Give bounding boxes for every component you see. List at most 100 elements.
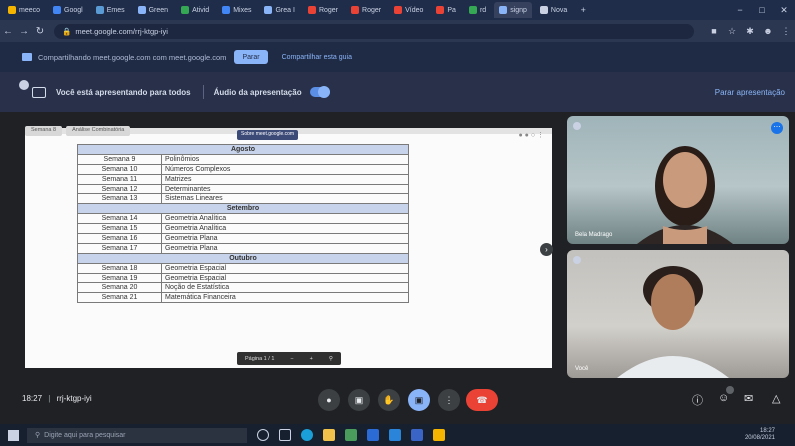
share-this-tab-button[interactable]: Compartilhar esta guia xyxy=(274,50,360,64)
maximize-icon[interactable]: □ xyxy=(751,5,773,15)
minimize-icon[interactable]: − xyxy=(729,5,751,15)
tab-favicon-icon xyxy=(95,6,104,14)
microphone-button[interactable]: ● xyxy=(318,389,340,411)
browser-tab[interactable]: meeco xyxy=(3,2,45,18)
tab-favicon-icon xyxy=(394,6,403,14)
table-row: Semana 10 Números Complexos xyxy=(77,163,409,175)
cortana-icon[interactable] xyxy=(257,429,269,441)
schedule-table: Agosto Semana 9 Polinômios Semana 10 Números… xyxy=(77,144,409,304)
clock-date: 20/08/2021 xyxy=(744,435,775,441)
taskbar-search[interactable]: ⚲ Digite aqui para pesquisar xyxy=(27,427,247,443)
new-tab-button[interactable]: + xyxy=(572,5,594,15)
zoom-in-icon[interactable]: + xyxy=(310,356,313,362)
browser-tab[interactable]: Vídeo xyxy=(389,2,428,18)
profile-icon[interactable]: ☻ xyxy=(759,26,777,36)
speaking-indicator-icon: ⋯ xyxy=(771,122,783,134)
presenter-dot xyxy=(19,80,29,90)
lock-icon: 🔒 xyxy=(62,26,72,36)
word-icon[interactable] xyxy=(411,429,423,441)
camera-button[interactable]: ▣ xyxy=(348,389,370,411)
chat-icon[interactable]: ✉ xyxy=(744,392,753,405)
tab-favicon-icon xyxy=(539,6,548,14)
document-tab[interactable]: Semana 8 xyxy=(25,126,63,136)
browser-tab[interactable]: Roger xyxy=(303,2,343,18)
forward-icon[interactable]: → xyxy=(16,26,32,37)
page-controls[interactable]: Página 1 / 1 − + ⚲ xyxy=(237,352,341,365)
browser-tab[interactable]: rd xyxy=(464,2,491,18)
reload-icon[interactable]: ↻ xyxy=(32,26,48,37)
meeting-info-icon[interactable]: ⓘ xyxy=(692,392,703,408)
document-tab[interactable]: Análise Combinatória xyxy=(66,126,131,136)
browser-tab[interactable]: Ativid xyxy=(176,2,214,18)
participant-tile[interactable]: ⋯ Bela Madrago xyxy=(567,116,789,244)
topic-cell: Matemática Financeira xyxy=(161,292,409,304)
activities-icon[interactable]: △ xyxy=(772,392,780,405)
table-row: Semana 17 Geometria Plana xyxy=(77,242,409,254)
meet-control-bar: 18:27 | rrj-ktgp-iyi ● ▣ ✋ ▣ ⋮ ☎ ⓘ ☺ ✉ △ xyxy=(0,380,795,424)
browser-menu-icon[interactable]: ⋮ xyxy=(777,26,795,37)
zoom-out-icon[interactable]: − xyxy=(290,356,293,362)
topic-cell: Geometria Plana xyxy=(161,242,409,254)
week-cell: Semana 15 xyxy=(77,223,162,235)
share-screen-icon xyxy=(22,53,32,61)
task-view-icon[interactable] xyxy=(279,429,291,441)
sharing-chip[interactable]: Sobre meet.google.com xyxy=(237,130,299,140)
browser-tab-label: Roger xyxy=(318,6,339,14)
browser-tab-label: Green xyxy=(148,6,169,14)
presentation-audio-toggle[interactable] xyxy=(309,86,330,98)
participant-tile[interactable]: Você xyxy=(567,250,789,378)
edge-icon[interactable] xyxy=(301,429,313,441)
browser-tab-label: Pa xyxy=(447,6,456,14)
divider xyxy=(202,85,204,99)
end-call-button[interactable]: ☎ xyxy=(466,389,498,411)
expand-arrow-icon[interactable]: › xyxy=(540,243,553,256)
present-button[interactable]: ▣ xyxy=(408,389,430,411)
close-icon[interactable]: ✕ xyxy=(773,5,795,16)
participant-name: Você xyxy=(575,366,589,372)
browser-tab-label: Vídeo xyxy=(405,6,424,14)
more-options-button[interactable]: ⋮ xyxy=(438,389,460,411)
url-field[interactable]: 🔒 meet.google.com/rrj-ktgp-iyi xyxy=(54,23,694,39)
document-tabs: Semana 8 Análise Combinatória xyxy=(25,126,131,136)
browser-tab[interactable]: Mixes xyxy=(217,2,256,18)
chrome-icon[interactable] xyxy=(433,429,445,441)
raise-hand-button[interactable]: ✋ xyxy=(378,389,400,411)
video-indicator-icon[interactable]: ■ xyxy=(705,26,723,36)
topic-cell: Determinantes xyxy=(161,183,409,195)
mail-icon[interactable] xyxy=(389,429,401,441)
windows-start-icon[interactable] xyxy=(8,429,19,441)
back-icon[interactable]: ← xyxy=(0,26,16,37)
file-explorer-icon[interactable] xyxy=(323,429,335,441)
present-screen-icon xyxy=(32,86,46,98)
tab-favicon-icon xyxy=(222,6,231,14)
topic-cell: Geometria Espacial xyxy=(161,262,409,274)
store-icon[interactable] xyxy=(367,429,379,441)
week-cell: Semana 18 xyxy=(77,262,162,274)
browser-tab-label: Emes xyxy=(106,6,125,14)
browser-tab[interactable]: Pa xyxy=(431,2,461,18)
month-header: Agosto xyxy=(77,144,409,155)
browser-tab[interactable]: Emes xyxy=(91,2,130,18)
browser-tab-label: Grea I xyxy=(275,6,295,14)
browser-tab[interactable]: Grea I xyxy=(259,2,299,18)
people-icon[interactable]: ☺ xyxy=(718,392,729,404)
extensions-icon[interactable]: ✱ xyxy=(741,26,759,37)
stop-presenting-button[interactable]: Parar apresentação xyxy=(715,88,785,97)
app-icon[interactable] xyxy=(345,429,357,441)
browser-tab[interactable]: Nova xyxy=(535,2,572,18)
topic-cell: Geometria Analítica xyxy=(161,223,409,235)
tab-favicon-icon xyxy=(351,6,360,14)
table-row: Semana 16 Geometria Plana xyxy=(77,233,409,244)
browser-tab[interactable]: signp xyxy=(494,2,532,18)
document-window-controls[interactable]: ● ● ○ ⋮ xyxy=(518,131,544,139)
browser-tab[interactable]: Roger xyxy=(346,2,386,18)
bookmark-star-icon[interactable]: ☆ xyxy=(723,26,741,37)
topic-cell: Geometria Plana xyxy=(161,233,409,244)
browser-tab-label: Googl xyxy=(64,6,83,14)
taskbar-clock[interactable]: 18:27 20/08/2021 xyxy=(745,428,775,442)
stop-sharing-button[interactable]: Parar xyxy=(234,50,268,64)
zoom-icon[interactable]: ⚲ xyxy=(329,356,333,362)
browser-tab[interactable]: Green xyxy=(133,2,173,18)
table-row: Semana 21 Matemática Financeira xyxy=(77,292,409,304)
browser-tab[interactable]: Googl xyxy=(48,2,88,18)
